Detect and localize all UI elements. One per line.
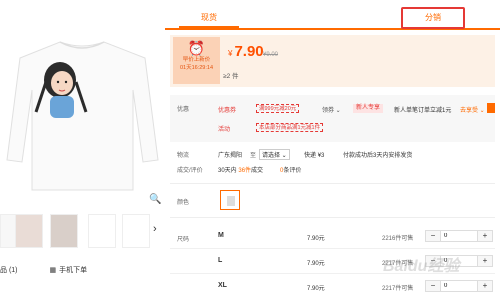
purchase-tabs: 现货 分销	[165, 7, 500, 30]
decrement-button[interactable]: −	[426, 231, 440, 241]
watermark: Baidu经验	[383, 258, 460, 275]
badge-title: 早价上新价	[182, 57, 211, 63]
left-actions: 品 (1) ▦ 手机下单	[0, 265, 87, 275]
flash-sale-badge: ⏰ 早价上新价 01天16:29:14	[173, 37, 220, 84]
coupon-offer[interactable]: 满999元减20元	[256, 104, 300, 113]
promotions: 优惠 优惠券 满999元减20元 领券 ⌄ 新人专享 新人单笔订单立减1元 去享…	[170, 95, 495, 142]
new-user-button[interactable]: 新人专享	[353, 104, 384, 113]
price-panel: ⏰ 早价上新价 01天16:29:14 ¥7.90 ¥9.00 ≥2 件	[170, 35, 495, 87]
currency-symbol: ¥	[228, 49, 233, 58]
size-name: L	[218, 257, 223, 264]
current-price: ¥7.90	[228, 43, 264, 60]
deal-count: 30天内 36件成交	[218, 168, 264, 174]
thumbnail-2[interactable]	[15, 214, 43, 248]
coupon-tag: 优惠券	[218, 108, 237, 114]
shipping-note: 付款成功后3天内安排发货	[343, 153, 413, 159]
quantity-input[interactable]	[440, 231, 478, 241]
size-row-xl: XL 7.90元 2217件可售 − +	[170, 274, 495, 298]
mobile-order-link[interactable]: ▦ 手机下单	[50, 265, 88, 275]
original-price: ¥9.00	[263, 52, 279, 58]
stats-label: 成交/评价	[177, 168, 203, 174]
product-main-image[interactable]	[0, 20, 165, 195]
chevron-right-icon[interactable]: ›	[153, 223, 157, 235]
express-fee: 快递 ¥3	[304, 153, 325, 159]
zoom-icon[interactable]: 🔍	[149, 194, 161, 206]
size-row-m: M 7.90元 2216件可售 − +	[170, 224, 495, 249]
size-stock: 2217件可售	[382, 286, 414, 292]
tab-distribution[interactable]: 分销	[401, 7, 465, 29]
ship-from: 广东揭阳	[218, 153, 243, 159]
color-label: 颜色	[177, 200, 190, 206]
increment-button[interactable]: +	[478, 231, 492, 241]
decrement-button[interactable]: −	[426, 281, 440, 291]
divider	[170, 217, 495, 218]
size-price: 7.90元	[307, 261, 325, 267]
sale-tag: 活动	[218, 127, 231, 133]
tab-retail[interactable]: 现货	[179, 8, 239, 28]
countdown-timer: 01天16:29:14	[179, 65, 214, 71]
size-stock: 2216件可售	[382, 236, 414, 242]
min-order-qty: ≥2 件	[223, 73, 239, 80]
promo-side-button[interactable]	[487, 103, 495, 113]
increment-button[interactable]: +	[478, 256, 492, 266]
thumbnail-strip	[0, 214, 165, 248]
price-value: 7.90	[234, 43, 264, 60]
divider	[170, 183, 495, 184]
color-selector: 颜色	[170, 190, 495, 212]
tshirt-thumbnail	[227, 196, 235, 206]
thumbnail-3[interactable]	[50, 214, 78, 248]
quantity-stepper: − +	[425, 230, 493, 242]
more-offers-link[interactable]: 去享受 ⌄	[460, 105, 485, 114]
size-name: XL	[218, 282, 227, 289]
alarm-clock-icon: ⏰	[187, 40, 206, 56]
thumbnail-5[interactable]	[122, 214, 150, 248]
logistics-info: 物流 广东揭阳 至 请选择 ⌄ 快递 ¥3 付款成功后3天内安排发货 成交/评价…	[170, 147, 495, 177]
sale-offer[interactable]: 本店部分商品满1元减1件	[256, 123, 324, 132]
promo-label: 优惠	[177, 107, 190, 113]
new-user-text: 新人单笔订单立减1元	[394, 108, 452, 114]
logistics-label: 物流	[177, 153, 190, 159]
increment-button[interactable]: +	[478, 281, 492, 291]
quantity-input[interactable]	[440, 281, 478, 291]
collect-link[interactable]: 品 (1)	[0, 265, 18, 275]
size-name: M	[218, 232, 224, 239]
coupon-dropdown[interactable]: 领券 ⌄	[322, 105, 341, 114]
size-price: 7.90元	[307, 286, 325, 292]
qr-code-icon: ▦	[49, 267, 57, 274]
ship-to-label: 至	[250, 153, 257, 159]
color-swatch-white[interactable]	[220, 190, 240, 210]
thumbnail-4[interactable]	[88, 214, 116, 248]
quantity-stepper: − +	[425, 280, 493, 292]
destination-select[interactable]: 请选择 ⌄	[259, 149, 290, 160]
size-price: 7.90元	[307, 236, 325, 242]
review-count[interactable]: 0条评价	[280, 165, 301, 174]
